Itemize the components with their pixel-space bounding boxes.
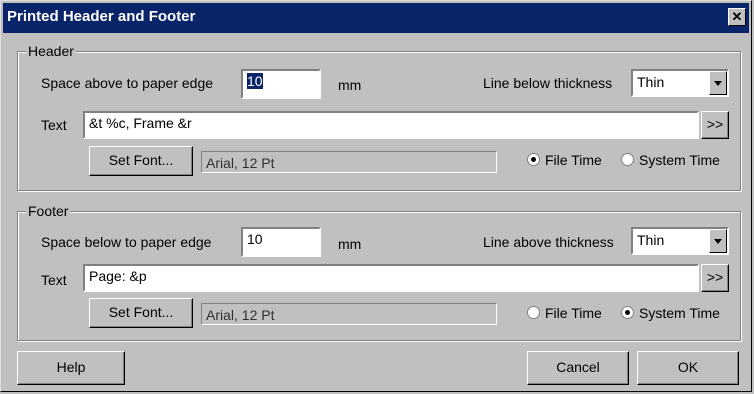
header-system-time-radio[interactable]	[621, 153, 634, 166]
header-line-select[interactable]: Thin	[631, 69, 729, 97]
header-space-input[interactable]: 10	[241, 69, 321, 99]
footer-font-display: Arial, 12 Pt	[201, 303, 497, 325]
chevron-down-icon[interactable]	[709, 229, 727, 253]
footer-space-label: Space below to paper edge	[41, 234, 212, 250]
footer-line-select[interactable]: Thin	[631, 227, 729, 255]
footer-space-input[interactable]: 10	[241, 227, 321, 257]
header-file-time-label[interactable]: File Time	[545, 152, 602, 168]
footer-set-font-button[interactable]: Set Font...	[89, 298, 193, 328]
ok-button-label: OK	[677, 359, 699, 375]
header-text-input[interactable]: &t %c, Frame &r	[83, 111, 699, 139]
footer-font-value: Arial, 12 Pt	[206, 307, 275, 323]
header-font-display: Arial, 12 Pt	[201, 151, 497, 173]
footer-more-label: >>	[706, 269, 724, 285]
header-system-time-label[interactable]: System Time	[639, 152, 720, 168]
dialog-title: Printed Header and Footer	[7, 8, 196, 25]
header-legend: Header	[26, 43, 76, 59]
footer-legend: Footer	[26, 203, 71, 219]
footer-system-time-radio[interactable]	[621, 306, 634, 319]
close-button[interactable]: ✕	[728, 8, 746, 26]
footer-set-font-label: Set Font...	[108, 304, 174, 320]
header-space-label: Space above to paper edge	[41, 75, 214, 91]
footer-space-value: 10	[247, 231, 263, 247]
help-button-label: Help	[56, 359, 86, 375]
header-font-value: Arial, 12 Pt	[206, 155, 275, 171]
footer-line-value: Thin	[637, 232, 665, 248]
header-set-font-label: Set Font...	[108, 152, 174, 168]
header-line-label: Line below thickness	[483, 75, 613, 91]
chevron-down-icon[interactable]	[709, 71, 727, 95]
dialog-window: Printed Header and Footer ✕ Header Space…	[0, 0, 752, 392]
footer-text-value: Page: &p	[89, 268, 147, 284]
help-button[interactable]: Help	[17, 351, 125, 385]
footer-file-time-radio[interactable]	[527, 306, 540, 319]
title-bar[interactable]: Printed Header and Footer ✕	[3, 3, 749, 33]
cancel-button[interactable]: Cancel	[527, 351, 629, 385]
footer-more-button[interactable]: >>	[701, 264, 729, 292]
footer-system-time-label[interactable]: System Time	[639, 305, 720, 321]
header-space-value: 10	[247, 73, 263, 89]
header-file-time-radio[interactable]	[527, 153, 540, 166]
header-line-value: Thin	[637, 74, 665, 90]
footer-file-time-label[interactable]: File Time	[545, 305, 602, 321]
footer-mm-label: mm	[338, 236, 362, 252]
footer-line-label: Line above thickness	[483, 234, 614, 250]
ok-button[interactable]: OK	[637, 351, 739, 385]
header-more-button[interactable]: >>	[701, 111, 729, 139]
footer-text-label: Text	[41, 272, 67, 288]
cancel-button-label: Cancel	[556, 359, 600, 375]
header-set-font-button[interactable]: Set Font...	[89, 146, 193, 176]
header-mm-label: mm	[338, 77, 362, 93]
header-text-label: Text	[41, 117, 67, 133]
close-icon: ✕	[731, 9, 743, 24]
footer-text-input[interactable]: Page: &p	[83, 264, 699, 292]
header-text-value: &t %c, Frame &r	[89, 115, 192, 131]
header-more-label: >>	[706, 116, 724, 132]
